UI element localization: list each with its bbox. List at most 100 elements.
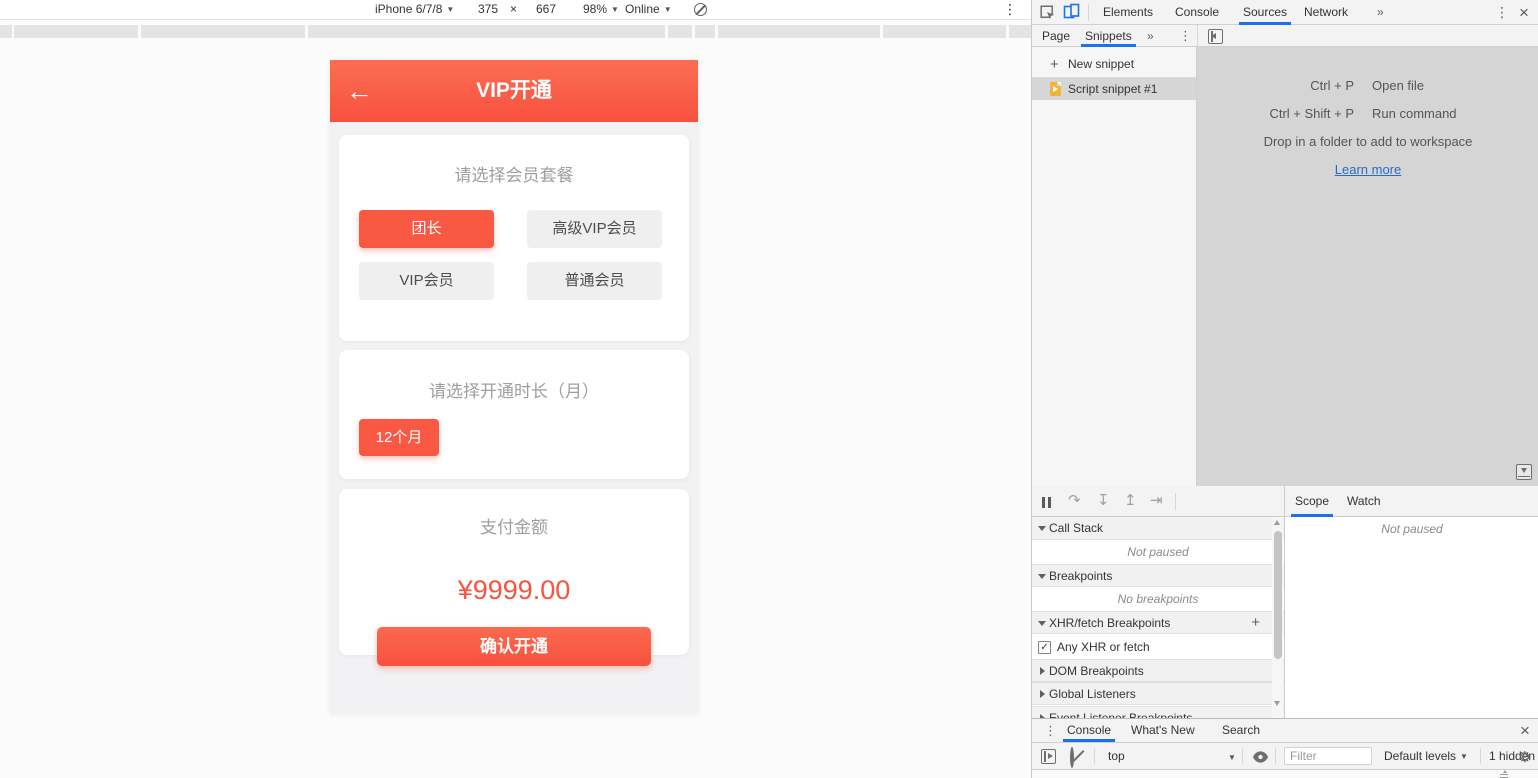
scope-status: Not paused (1285, 522, 1538, 536)
xhr-any-row: ✓ Any XHR or fetch (1032, 635, 1284, 659)
add-xhr-breakpoint-button[interactable]: + (1251, 612, 1260, 634)
package-option-vip[interactable]: VIP会员 (359, 262, 494, 300)
shortcut-open-file: Ctrl + P Open file (1197, 72, 1538, 100)
step-icon[interactable]: ⇥ (1150, 492, 1163, 510)
snippets-navigator: + New snippet Script snippet #1 (1032, 47, 1197, 486)
duration-option-12-months[interactable]: 12个月 (359, 419, 439, 456)
tab-snippets[interactable]: Snippets (1085, 25, 1132, 47)
section-dom-breakpoints[interactable]: DOM Breakpoints (1032, 659, 1284, 682)
console-toolbar: top ▼ Default levels▼ 1 hidden ⚙ (1032, 743, 1538, 770)
snippet-file-icon (1050, 82, 1061, 96)
chevron-down-icon: ▼ (446, 5, 454, 14)
step-out-icon[interactable]: ↥ (1124, 492, 1137, 510)
package-option-normal[interactable]: 普通会员 (527, 262, 662, 300)
tab-elements[interactable]: Elements (1103, 0, 1153, 25)
drawer-menu-button[interactable]: ⋮ (1044, 719, 1057, 742)
console-drawer: ⋮ Console What's New Search × top ▼ Defa… (1032, 718, 1538, 778)
tab-whats-new[interactable]: What's New (1131, 719, 1195, 742)
learn-more-link-row: Learn more (1197, 156, 1538, 184)
drawer-resize-strip[interactable] (1032, 770, 1538, 778)
divider (1175, 493, 1176, 510)
toggle-debugger-sidebar-icon[interactable] (1516, 464, 1532, 480)
divider (1094, 748, 1095, 764)
tab-page[interactable]: Page (1042, 25, 1070, 47)
console-settings-gear-icon[interactable]: ⚙ (1518, 748, 1531, 766)
viewport-width-field[interactable]: 375 (478, 0, 498, 19)
step-over-icon[interactable]: ↷ (1068, 492, 1081, 510)
collapse-navigator-icon[interactable] (1208, 29, 1223, 44)
divider (1480, 748, 1481, 764)
debugger-toolbar: ↷ ↧ ↥ ⇥ (1032, 486, 1285, 517)
package-card-title: 请选择会员套餐 (339, 161, 689, 186)
log-levels-select[interactable]: Default levels▼ (1384, 743, 1468, 770)
confirm-button[interactable]: 确认开通 (377, 627, 651, 666)
breakpoints-status: No breakpoints (1032, 587, 1284, 611)
console-sidebar-toggle-icon[interactable] (1041, 749, 1056, 764)
package-option-tuanzhang[interactable]: 团长 (359, 210, 494, 248)
device-select[interactable]: iPhone 6/7/8▼ (375, 0, 454, 19)
package-option-senior-vip[interactable]: 高级VIP会员 (527, 210, 662, 248)
chevron-down-icon: ▼ (664, 5, 672, 14)
section-breakpoints[interactable]: Breakpoints (1032, 564, 1284, 587)
disclosure-closed-icon (1040, 690, 1045, 698)
snippet-item[interactable]: Script snippet #1 (1032, 78, 1196, 100)
section-event-listener-breakpoints[interactable]: Event Listener Breakpoints (1032, 706, 1284, 718)
disclosure-open-icon (1038, 621, 1046, 626)
toggle-device-toolbar-icon[interactable] (1063, 3, 1080, 25)
chevron-down-icon: ▼ (1228, 753, 1236, 762)
tab-console[interactable]: Console (1175, 0, 1219, 25)
duration-card-title: 请选择开通时长（月） (339, 377, 689, 402)
step-into-icon[interactable]: ↧ (1097, 492, 1110, 510)
payment-card: 支付金额 ¥9999.00 确认开通 (339, 489, 689, 655)
section-xhr-breakpoints[interactable]: XHR/fetch Breakpoints + (1032, 611, 1284, 634)
more-tabs-button[interactable]: » (1377, 0, 1384, 25)
drop-folder-hint: Drop in a folder to add to workspace (1197, 128, 1538, 156)
tab-drawer-console[interactable]: Console (1067, 719, 1111, 742)
network-throttle-select[interactable]: Online▼ (625, 0, 672, 19)
sources-nav-tabbar: Page Snippets » ⋮ (1032, 25, 1538, 47)
scope-tabbar: Scope Watch (1285, 486, 1538, 517)
disclosure-open-icon (1038, 574, 1046, 579)
more-nav-tabs-button[interactable]: » (1147, 25, 1154, 47)
chevron-down-icon: ▼ (611, 5, 619, 14)
tab-search[interactable]: Search (1222, 719, 1260, 742)
live-expression-eye-icon[interactable] (1253, 750, 1268, 768)
pause-script-icon[interactable] (1042, 495, 1054, 513)
new-snippet-button[interactable]: + New snippet (1032, 52, 1196, 78)
close-devtools-button[interactable]: × (1519, 0, 1529, 25)
device-toolbar-menu-button[interactable]: ⋮ (1003, 0, 1017, 19)
divider (1088, 4, 1089, 21)
viewport-height-field[interactable]: 667 (536, 0, 556, 19)
execution-context-select[interactable]: top (1108, 743, 1125, 770)
close-drawer-button[interactable]: × (1520, 719, 1530, 742)
devtools-menu-button[interactable]: ⋮ (1495, 0, 1509, 25)
editor-empty-area: Ctrl + P Open file Ctrl + Shift + P Run … (1197, 47, 1538, 486)
tab-network[interactable]: Network (1304, 0, 1348, 25)
call-stack-status: Not paused (1032, 540, 1284, 564)
navigator-menu-button[interactable]: ⋮ (1179, 25, 1192, 47)
chevron-down-icon: ▼ (1460, 752, 1468, 761)
payment-amount: ¥9999.00 (339, 575, 689, 606)
plus-icon: + (1050, 52, 1059, 77)
section-call-stack[interactable]: Call Stack (1032, 517, 1284, 540)
console-filter-input[interactable] (1284, 747, 1372, 765)
shortcut-run-command: Ctrl + Shift + P Run command (1197, 100, 1538, 128)
media-query-bar[interactable] (0, 25, 1031, 38)
sidebar-scrollbar[interactable] (1272, 517, 1283, 718)
tab-sources[interactable]: Sources (1243, 0, 1287, 25)
divider (1242, 748, 1243, 764)
duration-card: 请选择开通时长（月） 12个月 (339, 350, 689, 479)
devtools-panel: Elements Console Sources Network » ⋮ × P… (1031, 0, 1538, 778)
section-global-listeners[interactable]: Global Listeners (1032, 682, 1284, 705)
zoom-select[interactable]: 98%▼ (583, 0, 619, 19)
tab-scope[interactable]: Scope (1295, 486, 1329, 517)
divider (1197, 25, 1198, 47)
any-xhr-checkbox[interactable]: ✓ (1038, 641, 1051, 654)
learn-more-link[interactable]: Learn more (1335, 162, 1401, 177)
clear-console-icon[interactable] (1070, 749, 1074, 767)
drawer-tabbar: ⋮ Console What's New Search × (1032, 719, 1538, 743)
inspect-element-icon[interactable] (1039, 4, 1055, 25)
tab-watch[interactable]: Watch (1347, 486, 1381, 517)
dimension-separator: × (510, 0, 517, 19)
divider (1275, 748, 1276, 764)
